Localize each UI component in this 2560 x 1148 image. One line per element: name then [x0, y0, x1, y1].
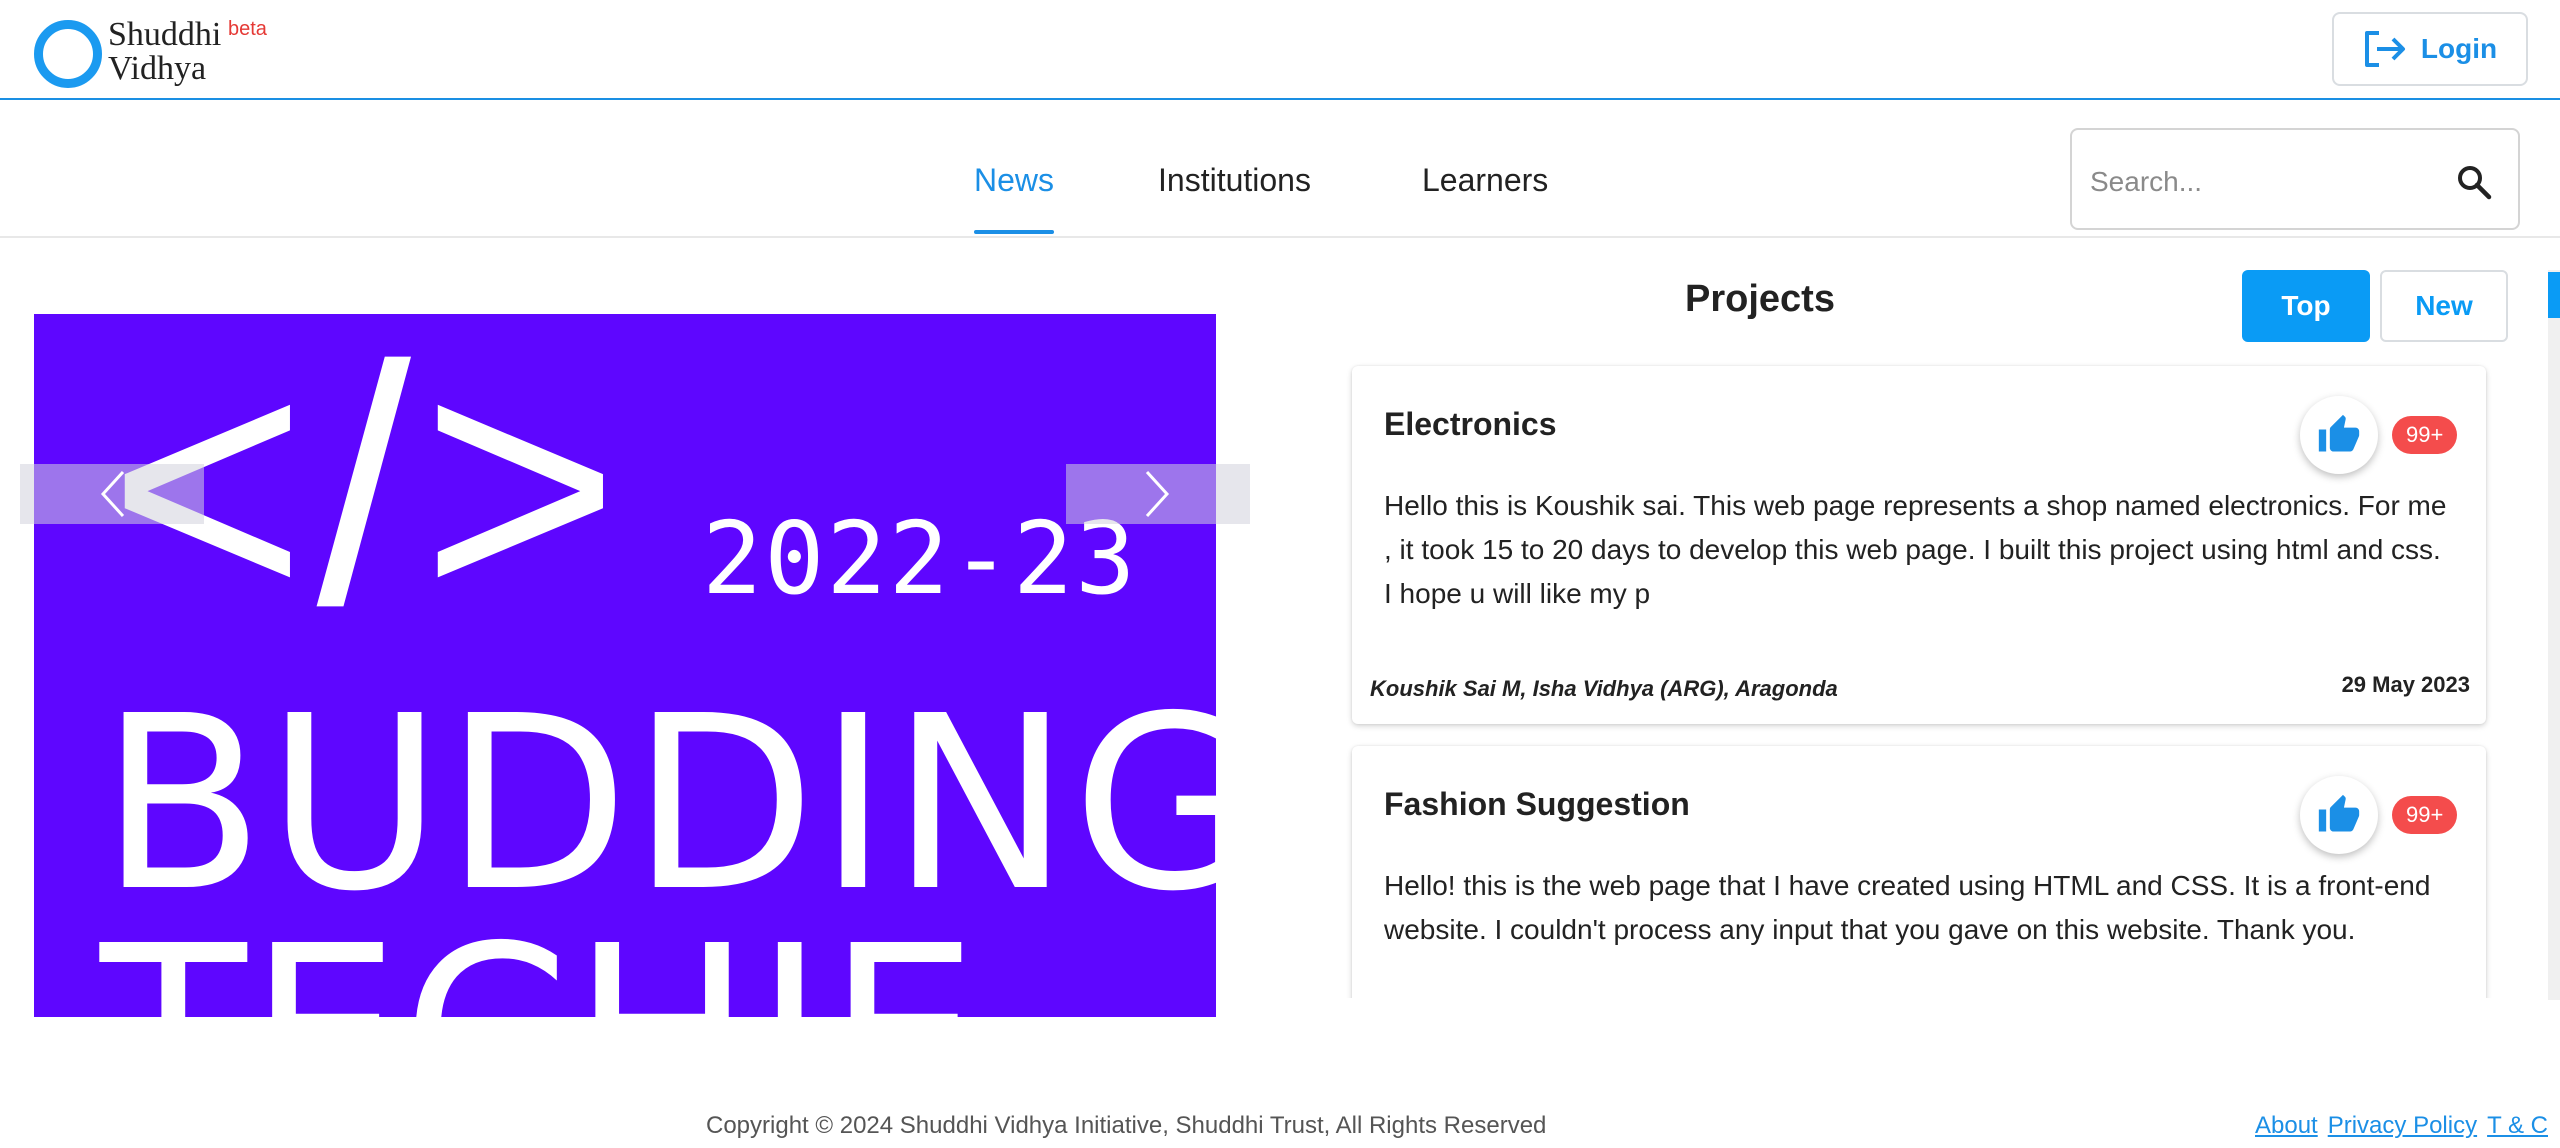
scrollbar-thumb[interactable]: [2548, 272, 2560, 318]
project-card[interactable]: Fashion Suggestion 99+ Hello! this is th…: [1352, 746, 2486, 998]
project-description: Hello this is Koushik sai. This web page…: [1384, 490, 2447, 609]
project-author: Koushik Sai M, Isha Vidhya (ARG), Aragon…: [1370, 676, 1838, 701]
search-box: [2070, 128, 2520, 230]
like-button[interactable]: [2300, 396, 2378, 474]
tab-news[interactable]: News: [974, 162, 1054, 199]
chevron-right-icon: [1145, 470, 1170, 518]
footer-copyright: Copyright © 2024 Shuddhi Vidhya Initiati…: [706, 1112, 1547, 1139]
sort-top-button[interactable]: Top: [2242, 270, 2370, 342]
project-title: Electronics: [1384, 406, 1557, 442]
scrollbar-track[interactable]: [2548, 270, 2560, 1000]
like-count-badge: 99+: [2392, 416, 2458, 454]
carousel-prev-button[interactable]: [20, 464, 204, 524]
logo-text: Shuddhi Vidhya: [108, 18, 221, 86]
login-icon: [2364, 31, 2405, 67]
tab-institutions[interactable]: Institutions: [1158, 162, 1311, 199]
beta-label: beta: [228, 18, 267, 40]
tab-learners[interactable]: Learners: [1422, 162, 1548, 199]
thumbs-up-icon: [2318, 794, 2360, 832]
carousel-next-button[interactable]: [1066, 464, 1250, 524]
footer-links: About Privacy Policy T & C: [2255, 1112, 2548, 1140]
search-input[interactable]: [2090, 160, 2450, 204]
active-tab-indicator: [974, 230, 1054, 234]
footer-link-about[interactable]: About: [2255, 1112, 2318, 1140]
like-count-badge: 99+: [2392, 796, 2458, 834]
project-title: Fashion Suggestion: [1384, 786, 1690, 822]
main-nav: News Institutions Learners: [0, 102, 2560, 238]
banner-title-line1: BUDDING: [100, 664, 1216, 944]
banner-title-line2: TECHIE: [100, 914, 981, 1017]
footer-link-terms[interactable]: T & C: [2487, 1112, 2548, 1140]
like-button[interactable]: [2300, 776, 2378, 854]
logo-ring-icon: [34, 20, 102, 88]
search-icon[interactable]: [2454, 162, 2494, 202]
logo-line2: Vidhya: [108, 50, 207, 87]
projects-list[interactable]: Electronics 99+ Hello this is Koushik sa…: [1340, 356, 2500, 998]
chevron-left-icon: [100, 470, 125, 518]
carousel-slide-banner: </> 2022-23 BUDDING TECHIE: [34, 314, 1216, 1017]
logo[interactable]: Shuddhi Vidhya beta: [34, 18, 284, 90]
login-button[interactable]: Login: [2332, 12, 2528, 86]
logo-line1: Shuddhi: [108, 16, 222, 53]
project-description: Hello! this is the web page that I have …: [1384, 870, 2431, 945]
project-card[interactable]: Electronics 99+ Hello this is Koushik sa…: [1352, 366, 2486, 724]
thumbs-up-icon: [2318, 414, 2360, 452]
app-header: Shuddhi Vidhya beta Login: [0, 0, 2560, 100]
footer-link-privacy-policy[interactable]: Privacy Policy: [2328, 1112, 2477, 1140]
projects-heading: Projects: [1685, 278, 1835, 320]
sort-new-button[interactable]: New: [2380, 270, 2508, 342]
login-label: Login: [2420, 33, 2498, 64]
project-date: 29 May 2023: [2341, 672, 2470, 697]
